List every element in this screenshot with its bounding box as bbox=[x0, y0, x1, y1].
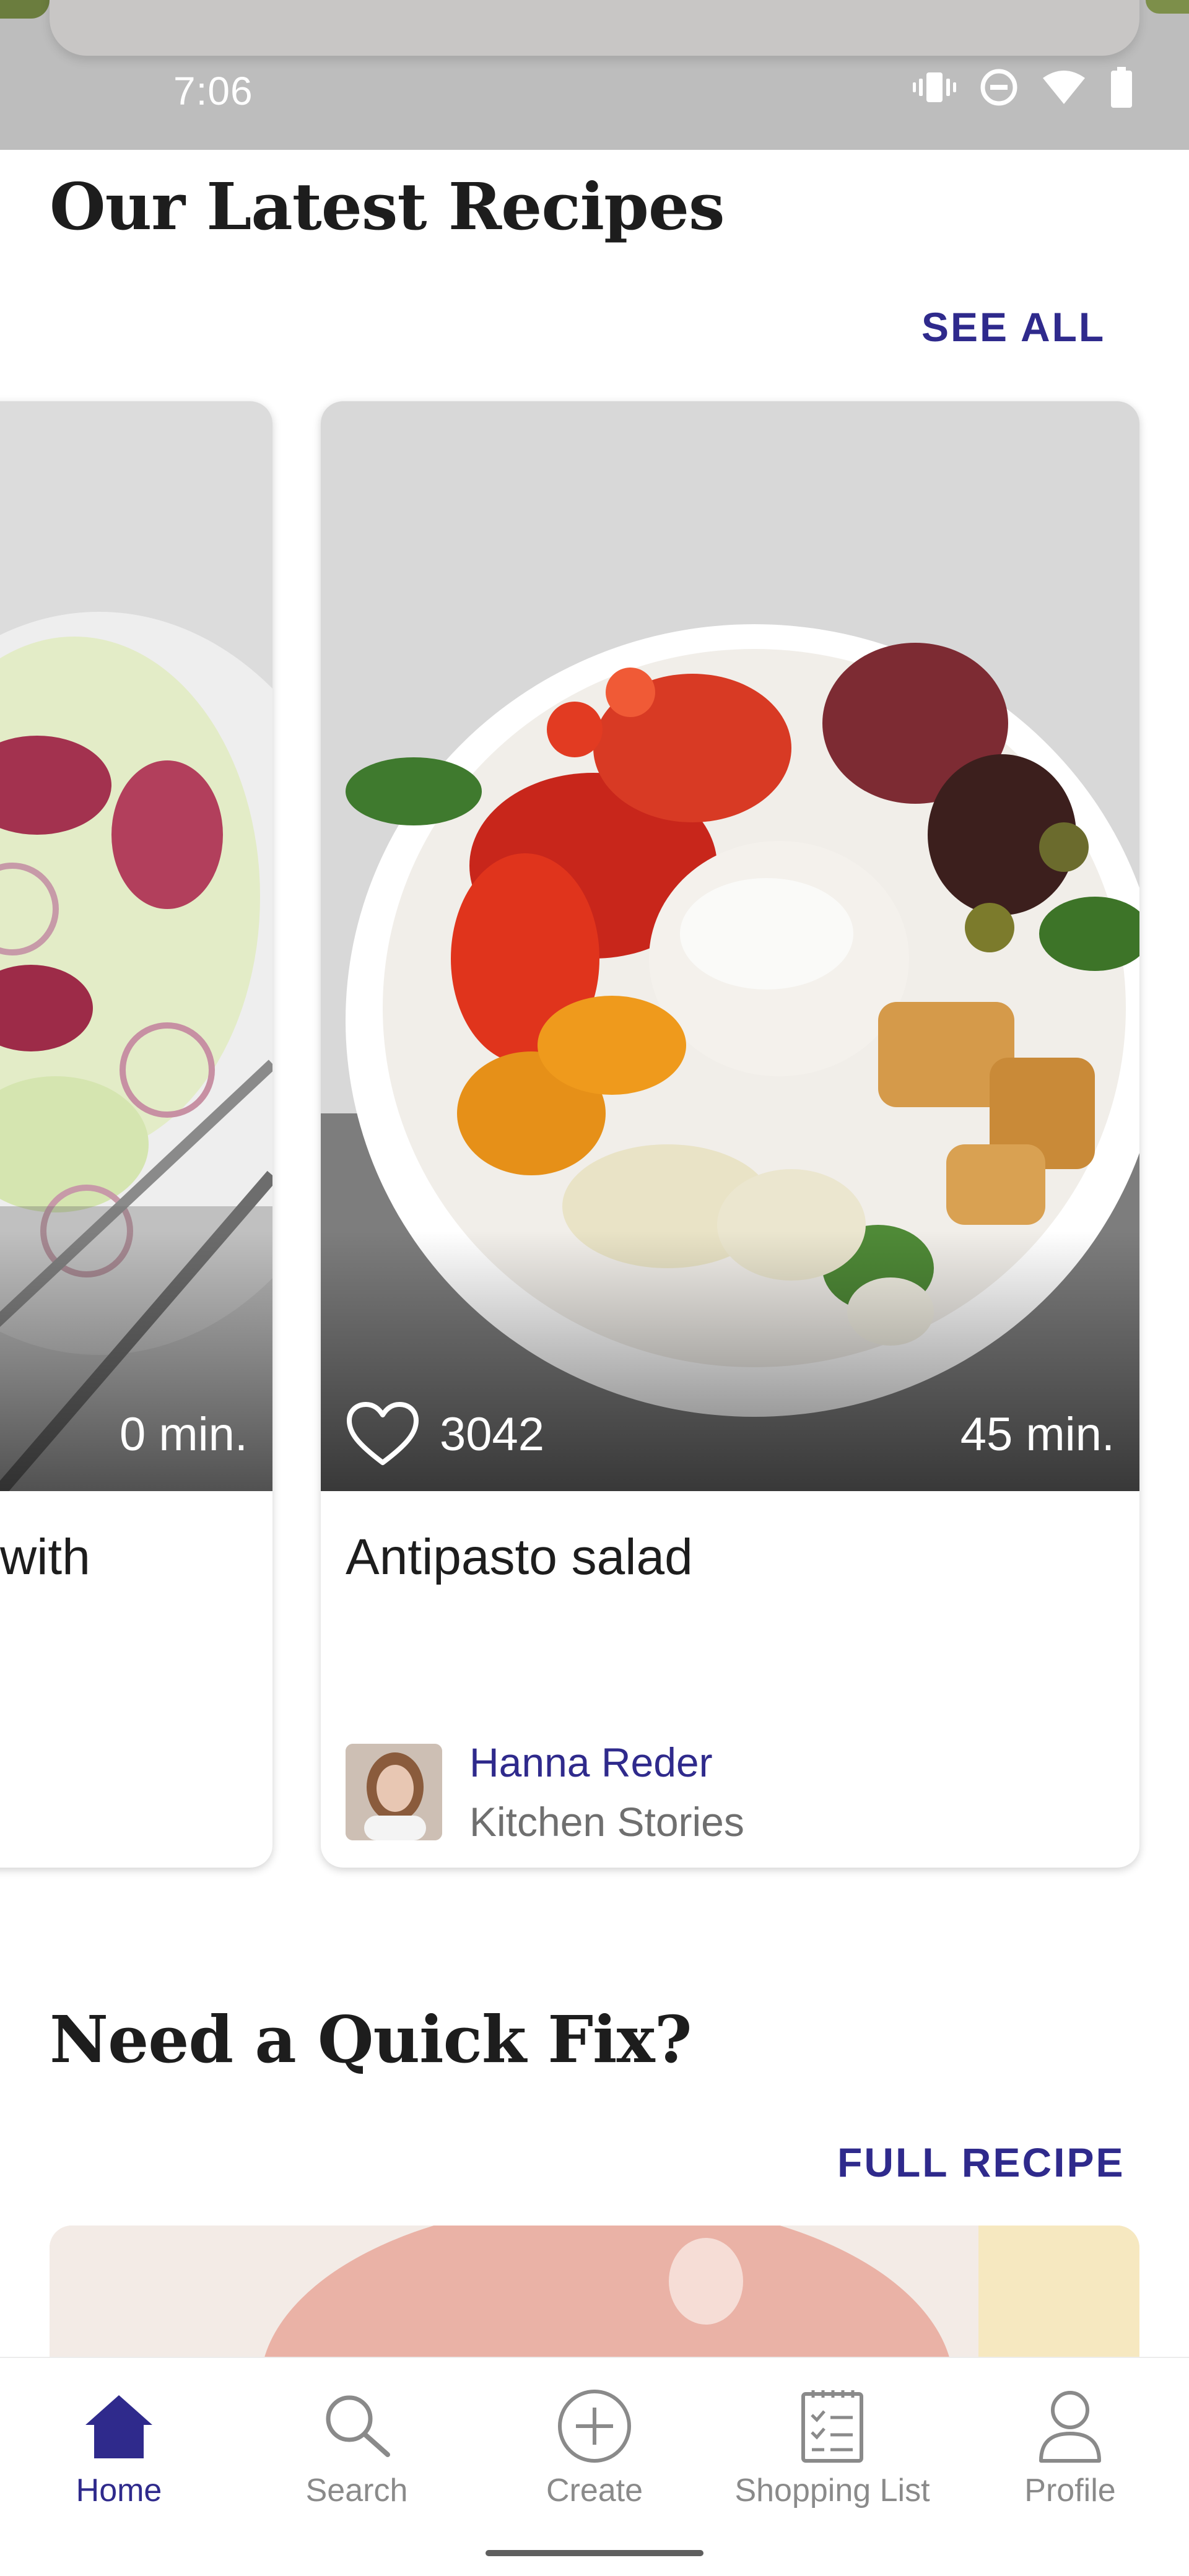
nav-profile[interactable]: Profile bbox=[951, 2383, 1189, 2519]
heart-icon[interactable] bbox=[346, 1401, 420, 1468]
nav-search[interactable]: Search bbox=[238, 2383, 476, 2519]
status-icons bbox=[913, 67, 1133, 111]
section-title-latest-recipes: Our Latest Recipes bbox=[50, 168, 725, 245]
wifi-icon bbox=[1042, 69, 1086, 108]
nav-home[interactable]: Home bbox=[0, 2383, 238, 2519]
search-icon bbox=[320, 2383, 394, 2469]
recipe-card[interactable]: 3042 45 min. Antipasto salad Hanna Reder… bbox=[321, 401, 1139, 1868]
see-all-link[interactable]: SEE ALL bbox=[921, 303, 1105, 350]
background-photo-edge bbox=[0, 0, 50, 19]
checklist-icon bbox=[798, 2383, 866, 2469]
status-bar: 7:06 bbox=[0, 0, 1189, 150]
recipe-title: Antipasto salad bbox=[346, 1529, 693, 1585]
full-recipe-link[interactable]: FULL RECIPE bbox=[837, 2139, 1125, 2186]
nav-label: Profile bbox=[1024, 2473, 1116, 2509]
avatar bbox=[346, 1744, 442, 1840]
recipe-duration: 0 min. bbox=[120, 1408, 248, 1461]
author-info: Hanna Reder Kitchen Stories bbox=[469, 1733, 744, 1852]
plus-circle-icon bbox=[556, 2383, 633, 2469]
notification-sheet-edge bbox=[50, 0, 1139, 56]
bottom-navigation: Home Search Create Shopping List Profile bbox=[0, 2357, 1189, 2576]
home-indicator[interactable] bbox=[486, 2550, 703, 2556]
nav-label: Create bbox=[546, 2473, 643, 2509]
vibrate-icon bbox=[913, 69, 956, 109]
recipe-card[interactable]: 0 min. with bbox=[0, 401, 272, 1868]
do-not-disturb-icon bbox=[980, 68, 1018, 110]
nav-label: Shopping List bbox=[734, 2473, 930, 2509]
background-photo-edge bbox=[1146, 0, 1189, 14]
author-name[interactable]: Hanna Reder bbox=[469, 1733, 744, 1792]
likes-count: 3042 bbox=[440, 1408, 545, 1461]
nav-create[interactable]: Create bbox=[476, 2383, 713, 2519]
clock: 7:06 bbox=[173, 69, 253, 113]
nav-label: Search bbox=[305, 2473, 408, 2509]
home-icon bbox=[82, 2383, 156, 2469]
recipe-author[interactable]: Hanna Reder Kitchen Stories bbox=[346, 1733, 744, 1852]
nav-label: Home bbox=[76, 2473, 162, 2509]
likes: 3042 bbox=[346, 1401, 544, 1468]
author-source: Kitchen Stories bbox=[469, 1799, 744, 1845]
recipe-title: with bbox=[0, 1529, 90, 1585]
recipe-duration: 45 min. bbox=[960, 1408, 1115, 1461]
recipe-image: 0 min. bbox=[0, 401, 272, 1491]
battery-icon bbox=[1110, 67, 1133, 111]
person-icon bbox=[1036, 2383, 1104, 2469]
section-title-quick-fix: Need a Quick Fix? bbox=[50, 2001, 692, 2078]
nav-shopping-list[interactable]: Shopping List bbox=[713, 2383, 951, 2519]
recipe-image: 3042 45 min. bbox=[321, 401, 1139, 1491]
